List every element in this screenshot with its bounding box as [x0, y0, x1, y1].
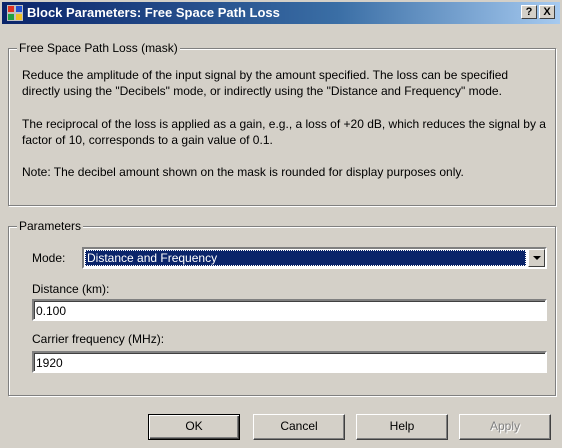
description-paragraph-2: The reciprocal of the loss is applied as…: [22, 117, 546, 147]
cancel-button-label: Cancel: [280, 419, 318, 433]
close-button[interactable]: X: [539, 5, 555, 19]
description-paragraph-1: Reduce the amplitude of the input signal…: [22, 68, 509, 98]
help-title-button[interactable]: ?: [521, 5, 537, 19]
dialog-window: Block Parameters: Free Space Path Loss ?…: [0, 0, 562, 448]
ok-button[interactable]: OK: [148, 414, 240, 440]
help-button[interactable]: Help: [356, 414, 448, 440]
title-bar[interactable]: Block Parameters: Free Space Path Loss ?…: [2, 2, 560, 24]
window-title: Block Parameters: Free Space Path Loss: [27, 5, 280, 20]
mode-selected-value: Distance and Frequency: [85, 250, 526, 266]
distance-label: Distance (km):: [32, 282, 110, 296]
apply-button: Apply: [459, 414, 551, 440]
carrier-frequency-input[interactable]: 1920: [32, 351, 547, 373]
apply-button-label: Apply: [489, 419, 521, 433]
mode-dropdown[interactable]: Distance and Frequency: [82, 247, 547, 269]
description-paragraph-3: Note: The decibel amount shown on the ma…: [22, 165, 464, 179]
close-icon: X: [543, 6, 551, 18]
simulink-block-icon: [7, 5, 23, 21]
frequency-label: Carrier frequency (MHz):: [32, 332, 165, 346]
help-button-label: Help: [389, 419, 415, 433]
ok-button-label: OK: [185, 419, 203, 433]
parameters-legend: Parameters: [17, 219, 84, 233]
mode-label: Mode:: [32, 251, 66, 265]
mask-description-group: Free Space Path Loss (mask) Reduce the a…: [8, 41, 556, 206]
cancel-button[interactable]: Cancel: [253, 414, 345, 440]
distance-input[interactable]: 0.100: [32, 299, 547, 321]
chevron-down-icon[interactable]: [528, 249, 545, 267]
help-glyph: ?: [525, 6, 533, 18]
mask-legend: Free Space Path Loss (mask): [17, 41, 180, 55]
